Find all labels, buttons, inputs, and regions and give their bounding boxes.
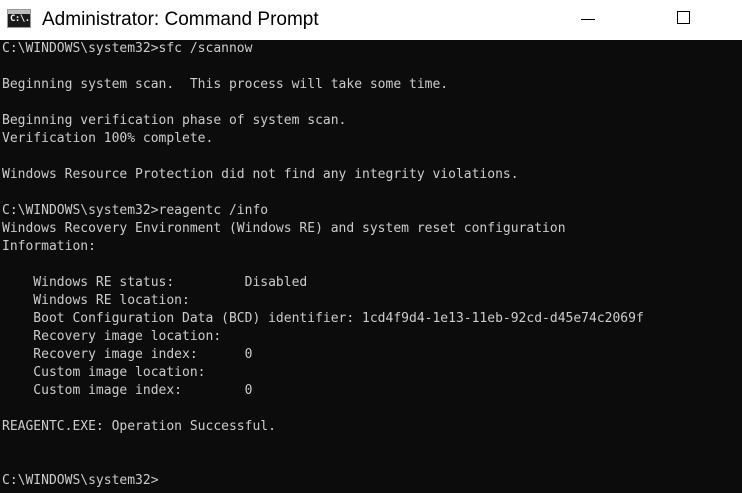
command-prompt-line[interactable]: C:\WINDOWS\system32> (2, 472, 159, 490)
console-line: Windows RE status: Disabled (2, 275, 308, 290)
console-line: REAGENTC.EXE: Operation Successful. (2, 419, 276, 434)
icon-label: C:\. (10, 14, 30, 24)
console-line: Information: (2, 239, 96, 254)
console-line: Windows Resource Protection did not find… (2, 167, 519, 182)
window-title: Administrator: Command Prompt (42, 9, 319, 30)
console-output[interactable]: C:\WINDOWS\system32>sfc /scannow Beginni… (0, 40, 742, 493)
minimize-button[interactable] (565, 0, 611, 40)
console-line: C:\WINDOWS\system32>sfc /scannow (2, 41, 253, 56)
console-line: Beginning verification phase of system s… (2, 113, 347, 128)
console-line: Beginning system scan. This process will… (2, 77, 449, 92)
console-line: Custom image index: 0 (2, 383, 253, 398)
maximize-button[interactable] (661, 0, 707, 40)
console-line: Boot Configuration Data (BCD) identifier… (2, 311, 644, 326)
console-line: Windows RE location: (2, 293, 190, 308)
console-line: Recovery image location: (2, 329, 222, 344)
console-line: C:\WINDOWS\system32>reagentc /info (2, 203, 269, 218)
command-prompt-icon[interactable]: C:\. (7, 9, 31, 28)
console-line: Verification 100% complete. (2, 131, 214, 146)
console-line: Recovery image index: 0 (2, 347, 253, 362)
console-line: Windows Recovery Environment (Windows RE… (2, 221, 566, 236)
console-line: Custom image location: (2, 365, 206, 380)
minimize-icon (581, 19, 595, 20)
title-bar[interactable]: C:\. Administrator: Command Prompt (0, 0, 742, 40)
command-prompt-window: C:\. Administrator: Command Prompt C:\WI… (0, 0, 742, 493)
maximize-icon (677, 11, 690, 24)
